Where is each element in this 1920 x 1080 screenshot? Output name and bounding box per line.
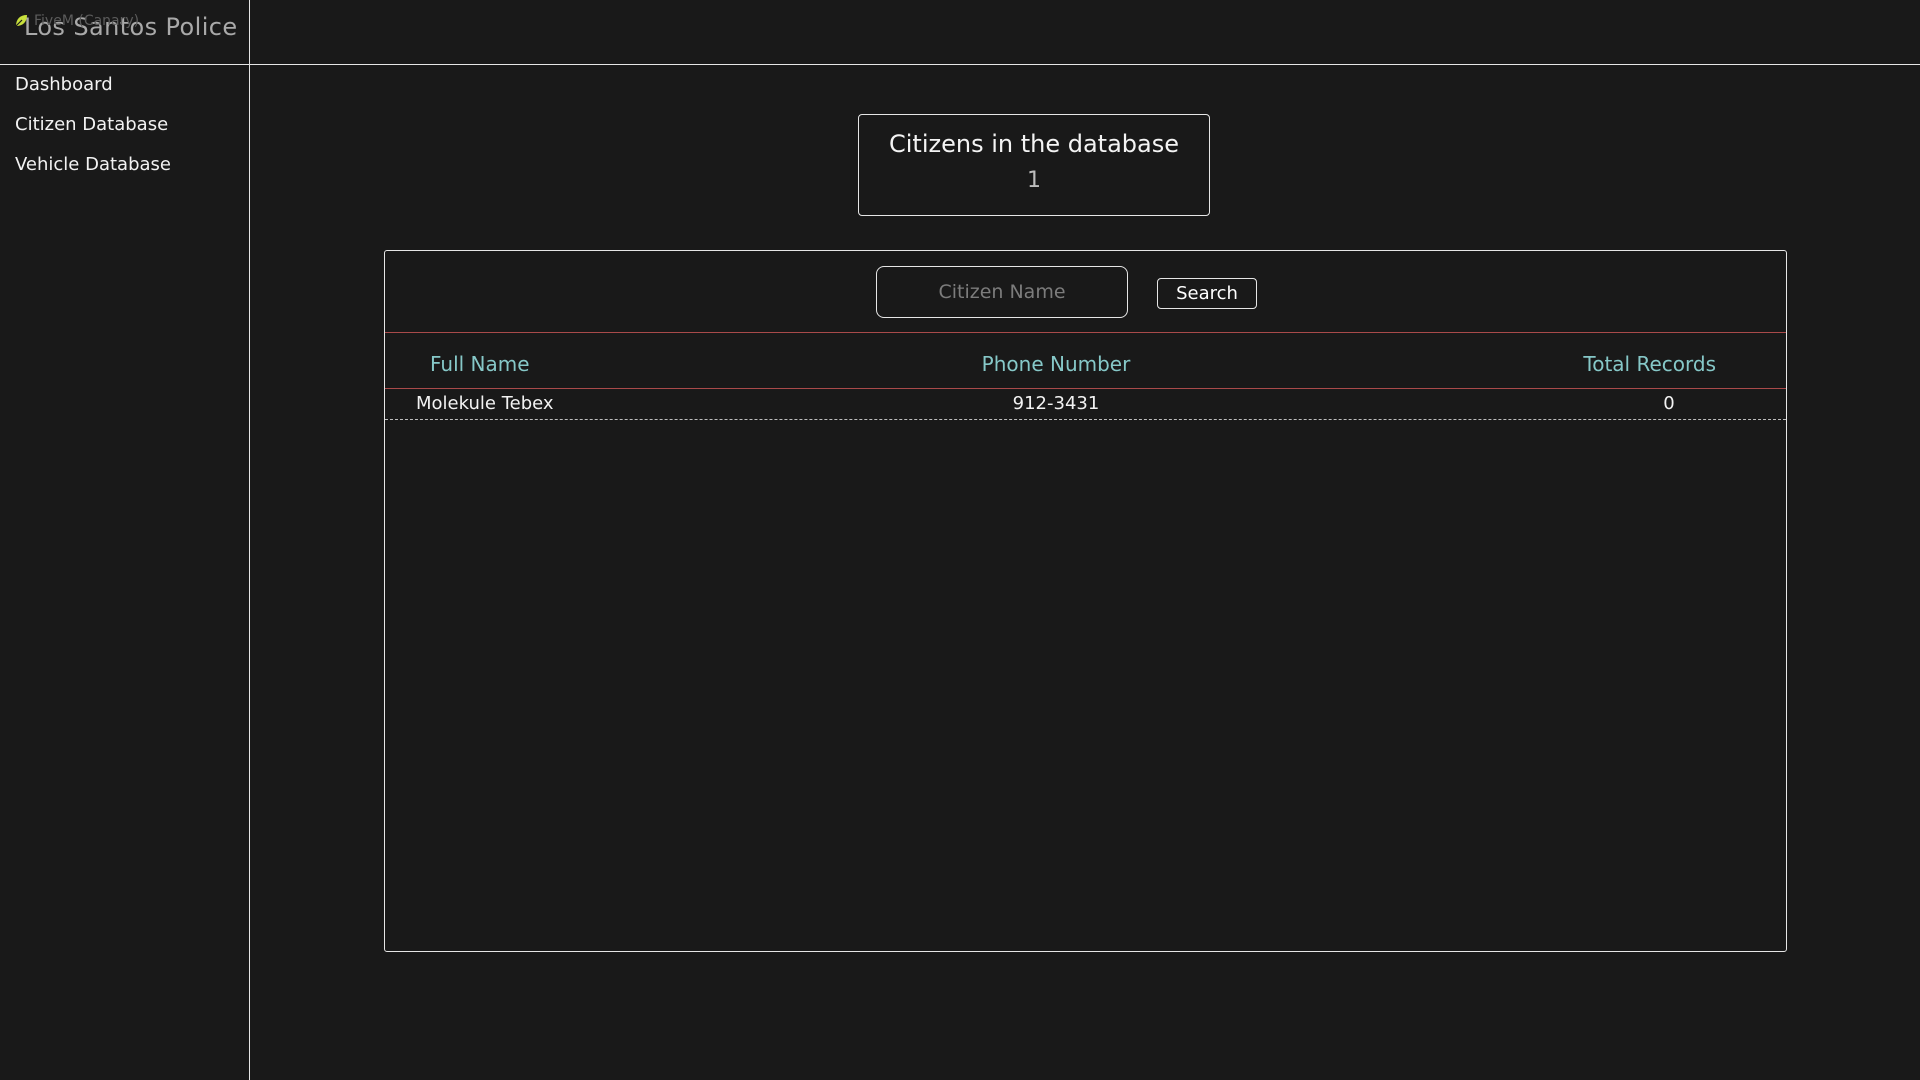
citizen-name-input[interactable] xyxy=(876,266,1128,318)
fivem-badge-label: FiveM (Canary) xyxy=(34,13,140,29)
sidebar-nav: Dashboard Citizen Database Vehicle Datab… xyxy=(15,70,171,190)
fivem-leaf-icon xyxy=(14,14,28,28)
sidebar-item-vehicle-database[interactable]: Vehicle Database xyxy=(15,150,171,190)
table-row[interactable]: Molekule Tebex 912-3431 0 xyxy=(385,389,1786,420)
column-header-total-records: Total Records xyxy=(1583,352,1716,376)
cell-total-records: 0 xyxy=(1663,393,1675,414)
citizen-count-title: Citizens in the database xyxy=(888,130,1179,158)
citizen-search-panel: Search Full Name Phone Number Total Reco… xyxy=(384,250,1787,952)
search-button[interactable]: Search xyxy=(1157,278,1257,309)
sidebar: Dashboard Citizen Database Vehicle Datab… xyxy=(0,0,250,1080)
citizen-count-card: Citizens in the database 1 xyxy=(858,114,1210,216)
search-bar: Search xyxy=(385,251,1786,333)
fivem-badge: FiveM (Canary) xyxy=(14,13,139,29)
cell-phone-number: 912-3431 xyxy=(1012,393,1100,414)
column-header-phone-number: Phone Number xyxy=(981,352,1131,376)
table-header: Full Name Phone Number Total Records xyxy=(385,333,1786,389)
citizen-count-value: 1 xyxy=(1027,168,1041,193)
sidebar-item-citizen-database[interactable]: Citizen Database xyxy=(15,110,171,150)
app-window: FiveM (Canary) Los Santos Police Dashboa… xyxy=(0,0,1920,1080)
top-bar: Los Santos Police xyxy=(0,0,1920,65)
sidebar-item-dashboard[interactable]: Dashboard xyxy=(15,70,171,110)
